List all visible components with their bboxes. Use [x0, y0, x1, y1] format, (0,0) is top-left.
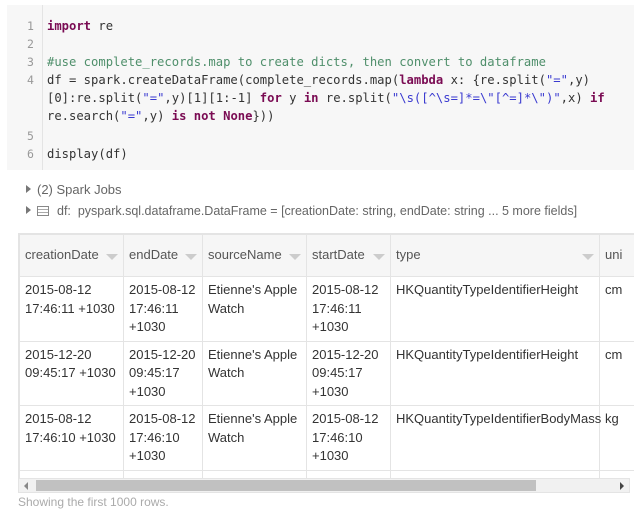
- line-number: 5: [27, 129, 34, 143]
- line-number: 6: [27, 147, 34, 161]
- line-number: 2: [27, 37, 34, 51]
- table-row: 2015-12-20 09:45:17 +10302015-12-20 09:4…: [20, 341, 634, 406]
- expand-triangle-icon: [26, 206, 31, 214]
- table-cell: kg: [600, 470, 634, 478]
- column-header-endDate[interactable]: endDate: [124, 235, 203, 277]
- scrollbar-thumb[interactable]: [36, 480, 536, 491]
- code-cell[interactable]: 1 2 3 4 5 6 import re #use complete_reco…: [7, 5, 634, 170]
- table-cell: cm: [600, 277, 634, 342]
- code-line: df = spark.createDataFrame(complete_reco…: [47, 73, 590, 87]
- table-row: 2015-08-12 17:46:10 +10302015-08-12 17:4…: [20, 406, 634, 471]
- column-header-label: creationDate: [25, 247, 99, 262]
- results-table: creationDate endDate sourceName startDate ty…: [18, 233, 634, 478]
- table-cell: 2015-12-20: [20, 470, 124, 478]
- table-cell: 2015-08-12 17:46:10 +1030: [20, 406, 124, 471]
- table-cell: 2015-12-20 09:45:17 +1030: [20, 341, 124, 406]
- column-header-type[interactable]: type: [391, 235, 600, 277]
- spark-jobs-toggle[interactable]: (2) Spark Jobs: [26, 182, 122, 197]
- column-header-startDate[interactable]: startDate: [307, 235, 391, 277]
- row-count-note: Showing the first 1000 rows.: [18, 495, 169, 509]
- table-cell: 2015-12-20: [307, 470, 391, 478]
- table-cell: 2015-08-12 17:46:10 +1030: [307, 406, 391, 471]
- table-cell: HKQuantityTypeIdentifierBodyMass: [391, 470, 600, 478]
- table-cell: Etienne's Apple Watch: [203, 406, 307, 471]
- sort-dropdown-icon[interactable]: [582, 254, 594, 260]
- column-header-label: endDate: [129, 247, 178, 262]
- column-header-label: type: [396, 247, 421, 262]
- column-header-label: startDate: [312, 247, 365, 262]
- table-cell: HKQuantityTypeIdentifierHeight: [391, 277, 600, 342]
- df-label: df:: [57, 204, 71, 218]
- table-cell: 2015-08-12 17:46:10 +1030: [124, 406, 203, 471]
- scroll-left-arrow-icon[interactable]: [24, 482, 28, 490]
- line-number: 3: [27, 55, 34, 69]
- horizontal-scrollbar[interactable]: [18, 478, 630, 493]
- table-row: 2015-12-202015-12-20Etienne's2015-12-20H…: [20, 470, 634, 478]
- column-header-uni[interactable]: uni: [600, 235, 634, 277]
- table-icon: [37, 206, 49, 216]
- expand-triangle-icon: [26, 185, 31, 193]
- line-number: 1: [27, 19, 34, 33]
- table-cell: Etienne's Apple Watch: [203, 277, 307, 342]
- table-row: 2015-08-12 17:46:11 +10302015-08-12 17:4…: [20, 277, 634, 342]
- table-cell: 2015-08-12 17:46:11 +1030: [20, 277, 124, 342]
- table-cell: HKQuantityTypeIdentifierHeight: [391, 341, 600, 406]
- line-number: 4: [27, 73, 34, 87]
- dataframe-schema-toggle[interactable]: df: pyspark.sql.dataframe.DataFrame = [c…: [26, 204, 577, 218]
- table-cell: 2015-08-12 17:46:11 +1030: [124, 277, 203, 342]
- code-line: re.search("=",y) is not None})): [47, 109, 274, 123]
- code-line: [0]:re.split("=",y)[1][1:-1] for y in re…: [47, 91, 605, 105]
- table-cell: kg: [600, 406, 634, 471]
- table-cell: cm: [600, 341, 634, 406]
- table-cell: HKQuantityTypeIdentifierBodyMass: [391, 406, 600, 471]
- sort-dropdown-icon[interactable]: [185, 254, 197, 260]
- table-cell: Etienne's: [203, 470, 307, 478]
- code-line: display(df): [47, 147, 128, 161]
- spark-jobs-label: (2) Spark Jobs: [37, 182, 122, 197]
- sort-dropdown-icon[interactable]: [289, 254, 301, 260]
- code-line: import re: [47, 19, 113, 33]
- line-number-gutter: [7, 5, 43, 170]
- table-cell: 2015-12-20: [124, 470, 203, 478]
- sort-dropdown-icon[interactable]: [373, 254, 385, 260]
- table-cell: 2015-12-20 09:45:17 +1030: [307, 341, 391, 406]
- sort-dropdown-icon[interactable]: [106, 254, 118, 260]
- column-header-sourceName[interactable]: sourceName: [203, 235, 307, 277]
- table-cell: Etienne's Apple Watch: [203, 341, 307, 406]
- column-header-creationDate[interactable]: creationDate: [20, 235, 124, 277]
- table-cell: 2015-08-12 17:46:11 +1030: [307, 277, 391, 342]
- column-header-label: uni: [605, 247, 622, 262]
- df-schema: pyspark.sql.dataframe.DataFrame = [creat…: [78, 204, 577, 218]
- table-cell: 2015-12-20 09:45:17 +1030: [124, 341, 203, 406]
- column-header-label: sourceName: [208, 247, 282, 262]
- code-comment: #use complete_records.map to create dict…: [47, 55, 546, 69]
- scroll-right-arrow-icon[interactable]: [620, 482, 624, 490]
